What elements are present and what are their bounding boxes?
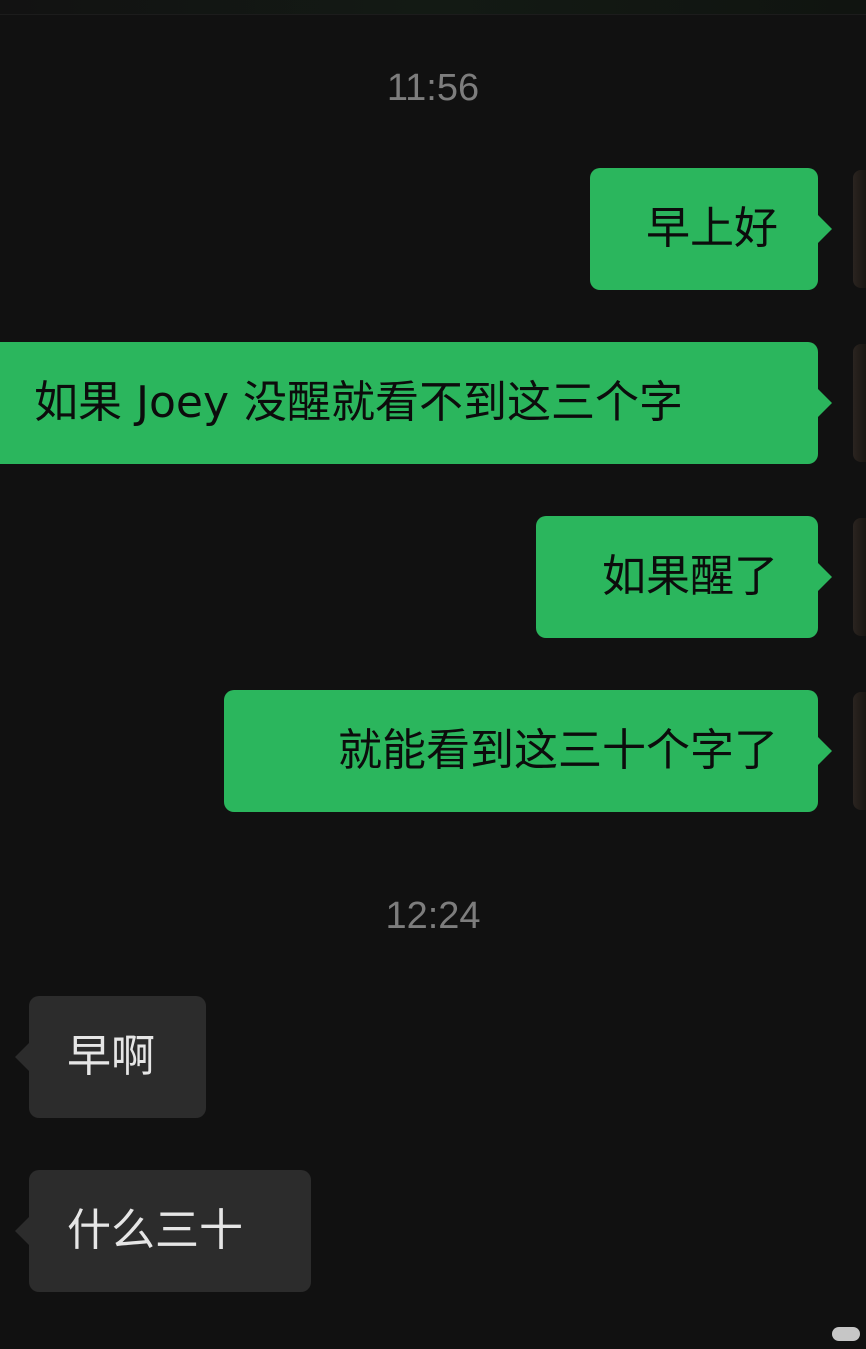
message-bubble-outgoing[interactable]: 早上好 — [590, 168, 832, 290]
my-avatar[interactable] — [853, 170, 866, 288]
message-bubble-incoming[interactable]: 什么三十 — [15, 1170, 311, 1292]
timestamp-1156: 11:56 — [386, 67, 480, 109]
message-bubble-incoming[interactable]: 早啊 — [15, 996, 206, 1118]
my-avatar[interactable] — [853, 692, 866, 810]
my-avatar[interactable] — [853, 344, 866, 462]
message-bubble-outgoing[interactable]: 如果 Joey 没醒就看不到这三个字 — [0, 342, 832, 464]
my-avatar[interactable] — [853, 518, 866, 636]
message-bubble-outgoing[interactable]: 就能看到这三十个字了 — [224, 690, 832, 812]
timestamp-1224: 12:24 — [385, 895, 481, 937]
top-status-edge — [0, 0, 866, 15]
message-bubble-outgoing[interactable]: 如果醒了 — [536, 516, 832, 638]
watermark-logo — [832, 1327, 860, 1341]
